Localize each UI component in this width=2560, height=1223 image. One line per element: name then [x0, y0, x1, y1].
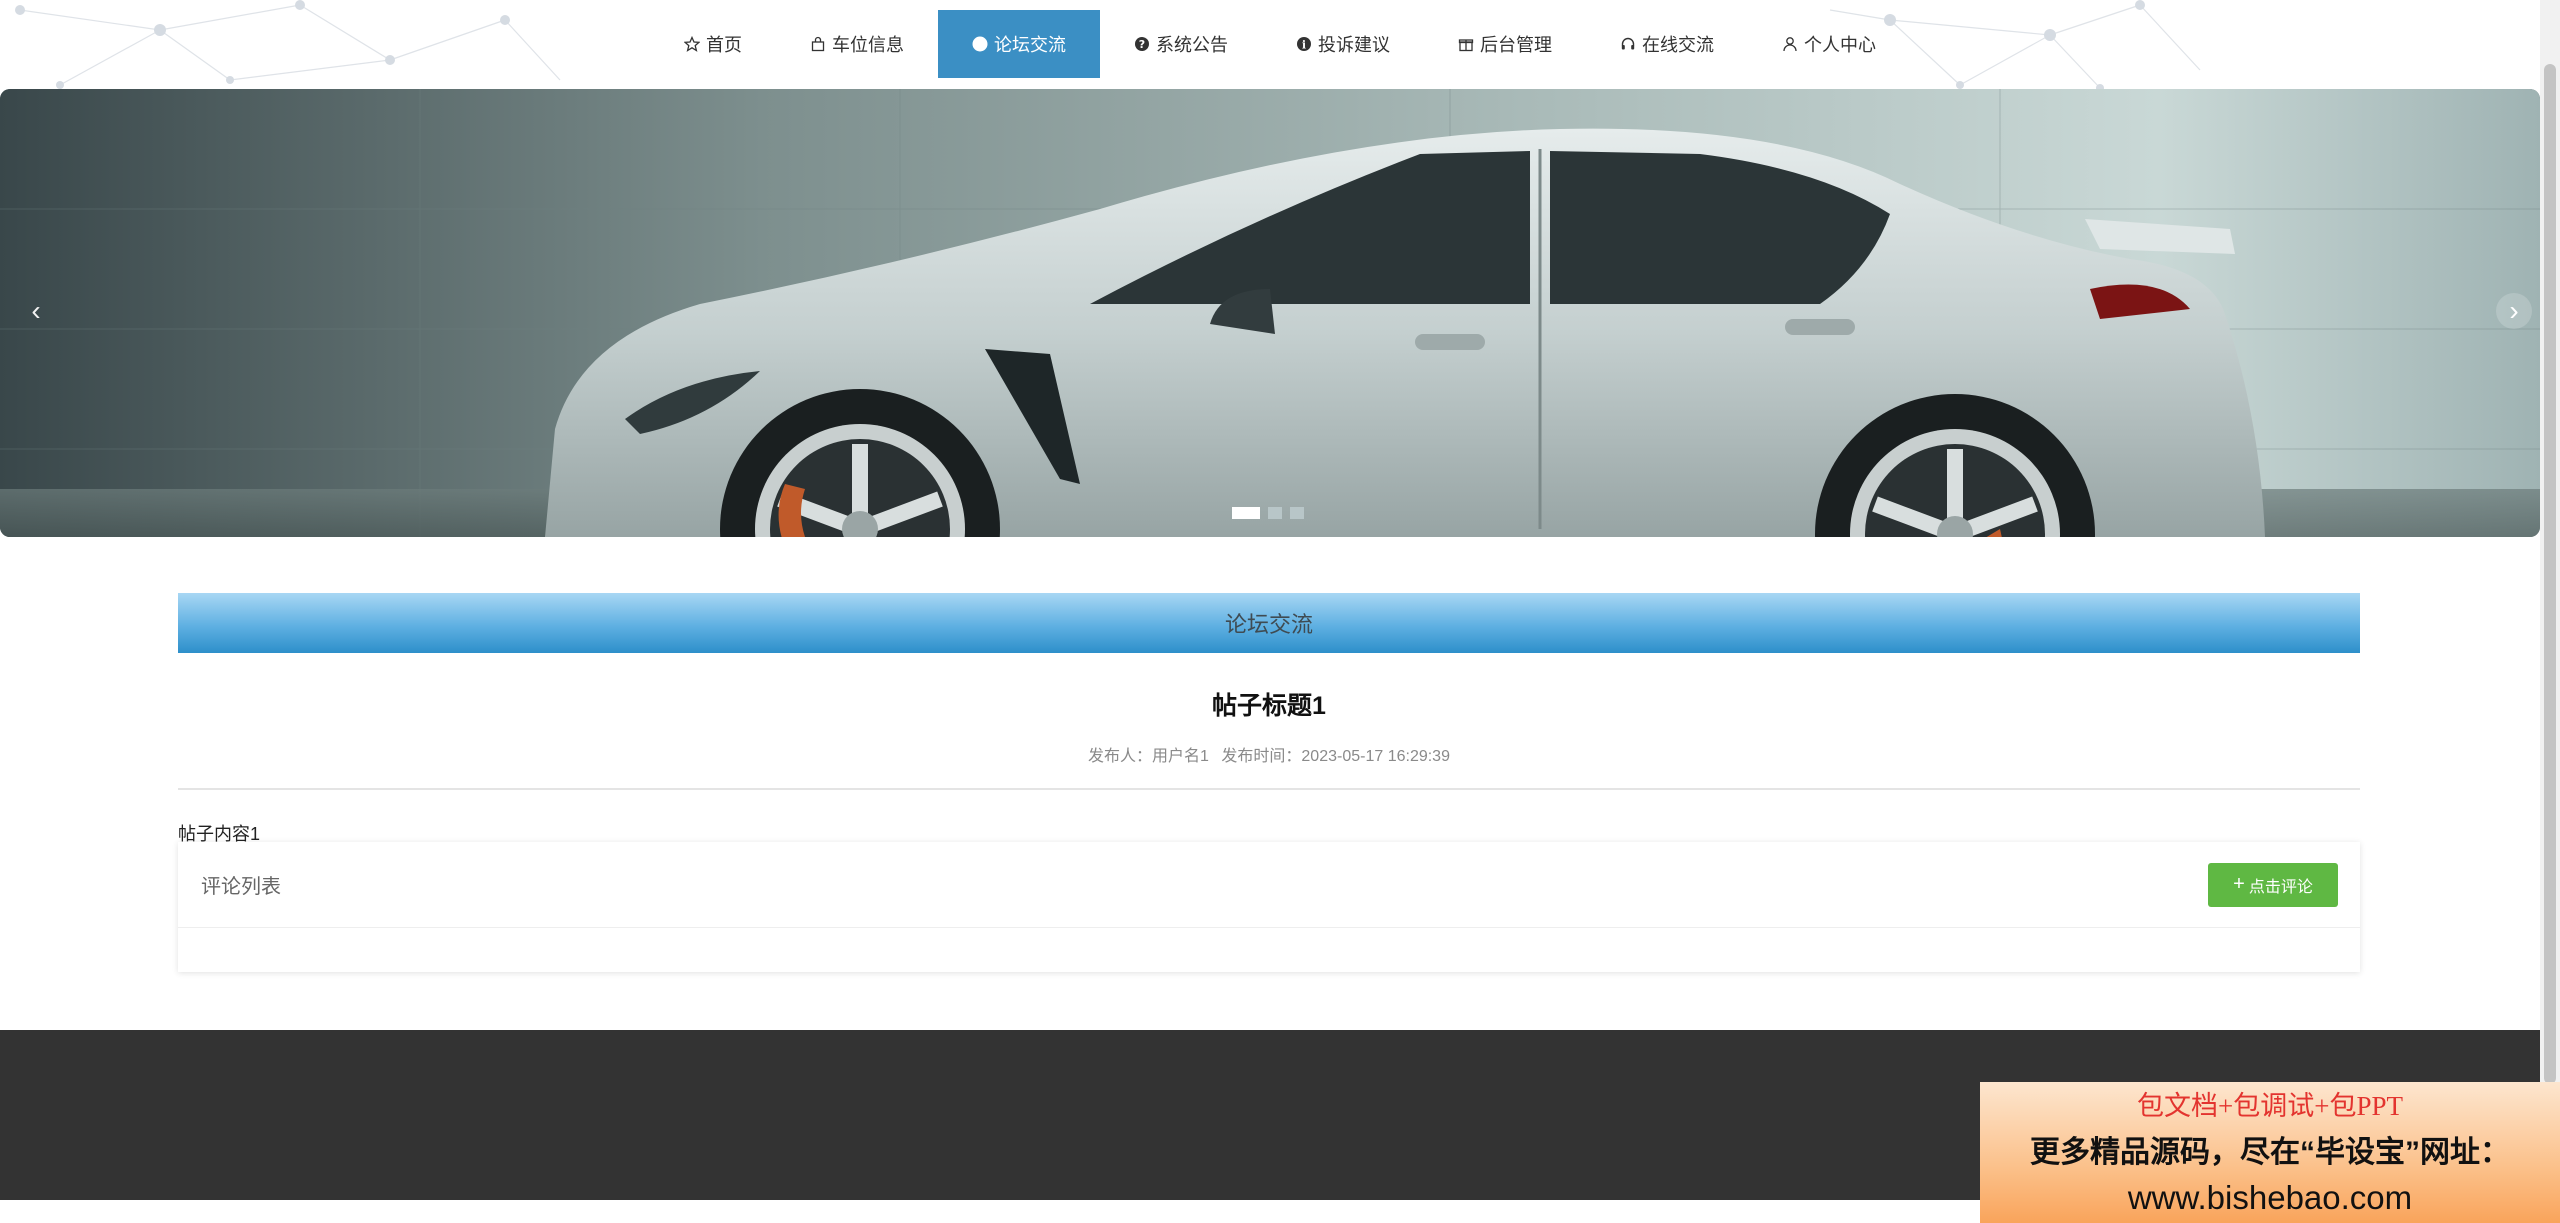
- carousel-dot-3[interactable]: [1290, 507, 1304, 519]
- post-author-value: 用户名1: [1152, 748, 1209, 765]
- gift-icon: [1458, 36, 1474, 52]
- add-comment-button[interactable]: + 点击评论: [2208, 862, 2338, 907]
- comment-list-panel: 评论列表 + 点击评论: [178, 842, 2360, 972]
- nav-item-online-chat[interactable]: 在线交流: [1586, 10, 1748, 78]
- nav-item-label: 首页: [706, 35, 742, 55]
- nav-item-profile[interactable]: 个人中心: [1748, 10, 1910, 78]
- post-author: 发布人：用户名1: [1088, 748, 1209, 765]
- main-nav: 首页 车位信息 论坛交流 ? 系统公告 i 投诉建议 后台管理 在线交流 个人中…: [650, 10, 1910, 78]
- nav-item-label: 在线交流: [1642, 35, 1714, 55]
- post-time-value: 2023-05-17 16:29:39: [1301, 748, 1450, 765]
- banner-car-image: [0, 89, 2540, 537]
- add-comment-label: 点击评论: [2248, 878, 2313, 896]
- watermark-line-1: 包文档+包调试+包PPT: [2137, 1091, 2403, 1121]
- nav-item-admin[interactable]: 后台管理: [1424, 10, 1586, 78]
- vertical-scrollbar[interactable]: [2540, 0, 2560, 1223]
- post-time-label: 发布时间：: [1221, 748, 1302, 765]
- nav-item-label: 系统公告: [1156, 35, 1228, 55]
- chevron-right-icon: ›: [2509, 295, 2519, 326]
- plus-icon: +: [2233, 873, 2245, 895]
- top-navigation-bar: 首页 车位信息 论坛交流 ? 系统公告 i 投诉建议 后台管理 在线交流 个人中…: [0, 0, 2540, 89]
- chevron-left-icon: ‹: [31, 295, 41, 326]
- post-time: 发布时间：2023-05-17 16:29:39: [1221, 748, 1450, 765]
- nav-item-label: 车位信息: [832, 35, 904, 55]
- nav-item-forum[interactable]: 论坛交流: [938, 10, 1100, 78]
- headset-icon: [1620, 36, 1636, 52]
- section-title-bar: 论坛交流: [178, 593, 2360, 653]
- bag-icon: [810, 36, 826, 52]
- star-icon: [684, 36, 700, 52]
- scrollbar-thumb[interactable]: [2544, 64, 2556, 1084]
- nav-item-label: 论坛交流: [994, 35, 1066, 55]
- nav-item-parking-info[interactable]: 车位信息: [776, 10, 938, 78]
- info-circle-icon: [972, 36, 988, 52]
- nav-item-label: 个人中心: [1804, 35, 1876, 55]
- watermark-line-3: www.bishebao.com: [2127, 1179, 2413, 1216]
- carousel-dot-1[interactable]: [1232, 507, 1260, 519]
- nav-item-label: 投诉建议: [1318, 35, 1390, 55]
- divider: [178, 788, 2360, 790]
- carousel-next-button[interactable]: ›: [2496, 293, 2532, 329]
- nav-item-announcements[interactable]: ? 系统公告: [1100, 10, 1262, 78]
- nav-item-label: 后台管理: [1480, 35, 1552, 55]
- carousel-dot-2[interactable]: [1268, 507, 1282, 519]
- nav-item-complaints[interactable]: i 投诉建议: [1262, 10, 1424, 78]
- watermark-ad: 包文档+包调试+包PPT 更多精品源码，尽在“毕设宝”网址： www.bishe…: [1980, 1082, 2560, 1223]
- carousel-banner[interactable]: ‹ ›: [0, 89, 2540, 537]
- comment-list-title: 评论列表: [201, 876, 281, 898]
- post-title: 帖子标题1: [1212, 692, 1326, 720]
- info-circle-icon: i: [1296, 36, 1312, 52]
- svg-text:i: i: [1302, 39, 1306, 52]
- post-author-label: 发布人：: [1088, 748, 1153, 765]
- watermark-line-2: 更多精品源码，尽在“毕设宝”网址：: [2030, 1136, 2510, 1169]
- user-icon: [1782, 36, 1798, 52]
- nav-item-home[interactable]: 首页: [650, 10, 776, 78]
- section-title: 论坛交流: [1224, 612, 1313, 637]
- svg-text:?: ?: [1139, 38, 1145, 51]
- question-circle-icon: ?: [1134, 36, 1150, 52]
- carousel-indicators: [1232, 507, 1304, 519]
- carousel-prev-button[interactable]: ‹: [18, 293, 54, 329]
- comment-list-header: 评论列表 + 点击评论: [178, 842, 2360, 928]
- post-meta: 发布人：用户名1 发布时间：2023-05-17 16:29:39: [178, 742, 2360, 766]
